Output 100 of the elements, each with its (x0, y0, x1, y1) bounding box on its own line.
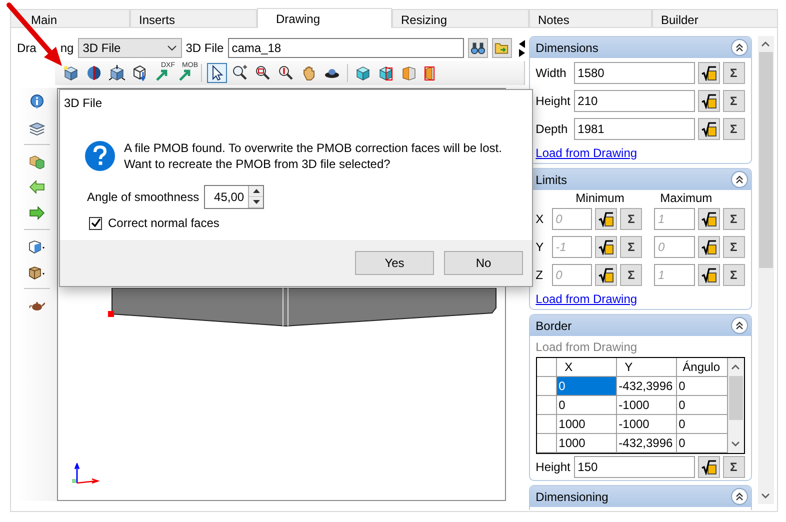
table-cell: 0 (676, 434, 728, 453)
double-chevron-up-icon (734, 175, 744, 184)
formula-icon (598, 211, 614, 227)
drawing-label: ng (60, 41, 74, 55)
question-icon (84, 140, 116, 172)
drawing-label: Dra (17, 41, 36, 55)
load-link[interactable]: Load from Drawing (536, 292, 638, 307)
formula-button[interactable] (595, 264, 618, 286)
table-cell: 0 (676, 396, 728, 415)
axis-label: X (536, 212, 545, 226)
spin-up-icon (252, 189, 260, 193)
formula-button[interactable] (698, 208, 720, 230)
section-title: Limits (536, 172, 567, 186)
formula-icon (700, 93, 717, 109)
half-sphere-icon (86, 65, 102, 81)
panel-scrollbar[interactable] (758, 36, 774, 504)
zoom-in-icon (232, 65, 248, 81)
field-label: Width (536, 66, 568, 80)
scroll-down-icon (731, 441, 740, 447)
number-input[interactable]: 1580 (574, 62, 695, 84)
sum-button[interactable]: Σ (722, 90, 745, 112)
tab[interactable]: Drawing (257, 8, 392, 28)
checkbox-label: Correct normal faces (108, 216, 220, 230)
axis-label: Z (536, 268, 544, 282)
column-header[interactable]: Y (616, 358, 677, 377)
sum-button[interactable]: Σ (722, 118, 745, 140)
zoom-extents-icon (278, 65, 294, 81)
formula-button[interactable] (698, 236, 720, 258)
checkbox[interactable] (89, 216, 102, 230)
formula-icon (700, 459, 717, 475)
arrow-right-icon (29, 205, 45, 221)
number-input[interactable]: 1981 (574, 118, 695, 140)
tab[interactable]: Builder (652, 9, 778, 28)
cube-icon (355, 65, 371, 81)
formula-icon (700, 239, 717, 255)
scroll-down-icon (761, 493, 770, 499)
cube-swap-icon (29, 153, 45, 169)
shaded-cube-icon (63, 65, 79, 81)
tab[interactable]: Main (10, 9, 130, 28)
load-link[interactable]: Load from Drawing (536, 146, 638, 161)
row-header[interactable] (536, 377, 557, 396)
column-header[interactable]: Ángulo (676, 358, 728, 377)
formula-button[interactable] (698, 264, 720, 286)
formula-button[interactable] (595, 208, 618, 230)
dialog-button[interactable]: Yes (355, 251, 434, 275)
formula-button[interactable] (698, 90, 720, 112)
number-input[interactable]: 210 (574, 90, 695, 112)
tab[interactable]: Resizing (392, 9, 529, 28)
field-label: Height (536, 94, 571, 108)
field-label: Depth (536, 122, 569, 136)
row-header (536, 358, 557, 377)
file-label: 3D File (186, 41, 224, 55)
column-label: Minimum (576, 191, 626, 205)
section-title: Dimensions (536, 40, 598, 54)
formula-icon (598, 267, 614, 283)
row-header[interactable] (536, 434, 557, 453)
sum-button[interactable]: Σ (722, 456, 745, 478)
collapse-button[interactable] (730, 488, 748, 505)
angle-spinner[interactable]: 45,00 (204, 185, 264, 209)
binoculars-button[interactable] (468, 38, 488, 58)
cube-section-icon (378, 65, 394, 81)
box-dropdown-icon (28, 264, 46, 280)
side-tool-button[interactable] (27, 203, 47, 223)
dialog-button[interactable]: No (444, 251, 523, 275)
axis-label: Y (536, 240, 545, 254)
collapse-button[interactable] (730, 39, 748, 56)
table-cell: -432,3996 (616, 434, 677, 453)
angle-label: Angle of smoothness (87, 190, 200, 204)
formula-button[interactable] (698, 118, 720, 140)
file-input[interactable]: cama_18 (228, 38, 464, 58)
formula-icon (700, 267, 717, 283)
number-input[interactable]: 150 (574, 456, 695, 478)
collapse-button[interactable] (730, 317, 748, 334)
row-header[interactable] (536, 396, 557, 415)
open-folder-button[interactable] (492, 38, 512, 58)
double-chevron-up-icon (734, 321, 744, 330)
formula-icon (700, 121, 717, 137)
layers-icon (29, 120, 45, 136)
formula-button[interactable] (698, 62, 720, 84)
toolbar-button[interactable] (107, 63, 127, 83)
section-title: Dimensioning (536, 490, 608, 504)
table-scrollbar[interactable] (728, 358, 744, 453)
tab[interactable]: Inserts (130, 9, 257, 28)
drawing-type-dropdown[interactable]: 3D File (78, 38, 182, 58)
field-label: Height (536, 460, 571, 474)
tab[interactable]: Notes (529, 9, 652, 28)
triangle-left-icon (518, 40, 526, 48)
collapse-button[interactable] (730, 171, 748, 188)
formula-icon (700, 65, 717, 81)
table-cell: 1000 (556, 415, 617, 434)
info-icon (29, 94, 45, 110)
table-cell: -432,3996 (616, 377, 677, 396)
sum-button[interactable]: Σ (722, 62, 745, 84)
column-header[interactable]: X (556, 358, 617, 377)
formula-button[interactable] (698, 456, 720, 478)
formula-button[interactable] (595, 236, 618, 258)
scroll-up-icon (761, 41, 770, 47)
row-header[interactable] (536, 415, 557, 434)
formula-icon (598, 239, 614, 255)
toolbar-button[interactable] (207, 63, 227, 83)
